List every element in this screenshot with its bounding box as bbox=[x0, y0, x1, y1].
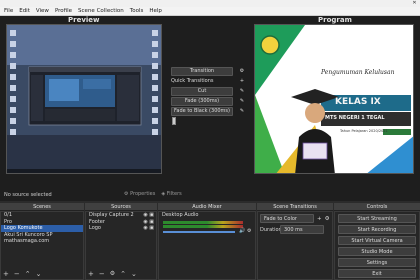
controls-header: Controls bbox=[334, 203, 420, 211]
edit-icon[interactable]: ✎ bbox=[237, 98, 247, 104]
sources-dock: Display Capture 2 ◉ ▣ Footer ◉ ▣ Logo ◉ … bbox=[85, 211, 157, 280]
menu-file[interactable]: File bbox=[4, 8, 13, 14]
transition-button[interactable]: Transition bbox=[171, 66, 233, 76]
program-canvas: Pengumuman Kelulusan KELAS IX MTS NEGERI… bbox=[254, 24, 414, 174]
move-up-icon[interactable]: ⌃ bbox=[25, 270, 31, 278]
start-streaming-button[interactable]: Start Streaming bbox=[338, 214, 416, 223]
controls-dock: Start Streaming Start Recording Start Vi… bbox=[334, 211, 420, 280]
volume-slider[interactable] bbox=[163, 231, 235, 233]
duration-input[interactable]: 300 ms bbox=[280, 225, 324, 234]
move-down-icon[interactable]: ⌄ bbox=[36, 270, 42, 278]
source-props-bar: ⚙ Properties ◈ Filters bbox=[124, 191, 182, 197]
quick-transition-fade[interactable]: Fade (300ms) bbox=[171, 96, 233, 106]
source-status: No source selected bbox=[4, 192, 52, 198]
audio-mixer-dock: Desktop Audio 🔊 ⚙ bbox=[158, 211, 256, 280]
quick-transitions-label: Quick Transitions bbox=[171, 78, 214, 84]
move-down-icon[interactable]: ⌄ bbox=[131, 270, 137, 278]
quick-transition-cut[interactable]: Cut bbox=[171, 86, 233, 96]
sources-toolbar: + − ⚙ ⌃ ⌄ bbox=[88, 270, 137, 278]
remove-icon[interactable]: − bbox=[14, 270, 20, 278]
filters-button[interactable]: ◈ Filters bbox=[161, 191, 181, 197]
menu-scene-collection[interactable]: Scene Collection bbox=[78, 8, 124, 14]
program-school: MTS NEGERI 1 TEGAL bbox=[325, 115, 385, 121]
transition-panel: Transition ⚙ Quick Transitions + Cut ✎ F… bbox=[171, 66, 249, 126]
scene-item[interactable]: mathasmaga.com bbox=[1, 238, 83, 245]
duration-label: Duration bbox=[260, 226, 282, 233]
properties-button[interactable]: ⚙ Properties bbox=[124, 191, 155, 197]
start-recording-button[interactable]: Start Recording bbox=[338, 225, 416, 234]
audio-level-meter bbox=[163, 221, 243, 224]
edit-icon[interactable]: ✎ bbox=[237, 108, 247, 114]
remove-icon[interactable]: − bbox=[99, 270, 105, 278]
scene-transitions-header: Scene Transitions bbox=[257, 203, 333, 211]
virtual-camera-button[interactable]: Start Virtual Camera bbox=[338, 236, 416, 245]
audio-mixer-header: Audio Mixer bbox=[158, 203, 256, 211]
edit-icon[interactable]: ✎ bbox=[237, 88, 247, 94]
close-icon[interactable]: ✕ bbox=[412, 1, 417, 6]
source-item[interactable]: Logo ◉ ▣ bbox=[86, 225, 156, 232]
preview-label: Preview bbox=[68, 16, 100, 24]
gear-icon[interactable]: ⚙ bbox=[237, 68, 247, 74]
program-class: KELAS IX bbox=[335, 97, 381, 107]
gear-icon[interactable]: ⚙ bbox=[247, 228, 251, 234]
exit-button[interactable]: Exit bbox=[338, 269, 416, 278]
add-icon[interactable]: + bbox=[317, 216, 322, 222]
speaker-icon[interactable]: 🔊 bbox=[239, 228, 245, 234]
program-label: Program bbox=[318, 16, 352, 24]
add-icon[interactable]: + bbox=[3, 270, 9, 278]
audio-channel-label: Desktop Audio bbox=[162, 212, 199, 218]
menu-edit[interactable]: Edit bbox=[19, 8, 30, 14]
school-logo-icon bbox=[260, 35, 280, 55]
transition-type-select[interactable]: Fade to Color bbox=[260, 214, 314, 223]
visibility-icon[interactable]: ◉ ▣ bbox=[143, 225, 154, 232]
tbar-handle[interactable] bbox=[172, 117, 176, 125]
audio-level-meter bbox=[163, 225, 243, 228]
menu-tools[interactable]: Tools bbox=[130, 8, 144, 14]
quick-transition-fade-black[interactable]: Fade to Black (300ms) bbox=[171, 106, 233, 116]
menu-view[interactable]: View bbox=[36, 8, 49, 14]
settings-button[interactable]: Settings bbox=[338, 258, 416, 267]
move-up-icon[interactable]: ⌃ bbox=[120, 270, 126, 278]
gear-icon[interactable]: ⚙ bbox=[110, 270, 115, 278]
scenes-dock: 0/1 Pro Logo Komukote Akui Sri Kuncoro S… bbox=[0, 211, 84, 280]
sources-header: Sources bbox=[85, 203, 157, 211]
desktop-capture-image bbox=[7, 25, 161, 173]
source-name: Logo bbox=[89, 225, 101, 231]
add-icon[interactable]: + bbox=[88, 270, 94, 278]
program-year: Tahun Pelajaran 2020/2021 bbox=[340, 129, 388, 133]
preview-canvas[interactable] bbox=[6, 24, 162, 174]
add-icon[interactable]: + bbox=[237, 78, 247, 84]
studio-mode-button[interactable]: Studio Mode bbox=[338, 247, 416, 256]
menu-help[interactable]: Help bbox=[149, 8, 162, 14]
program-headline: Pengumuman Kelulusan bbox=[321, 69, 395, 76]
menu-profile[interactable]: Profile bbox=[55, 8, 72, 14]
gear-icon[interactable]: ⚙ bbox=[325, 216, 330, 222]
scenes-toolbar: + − ⌃ ⌄ bbox=[3, 270, 42, 278]
tbar-slider[interactable] bbox=[171, 116, 249, 126]
menu-bar: File Edit View Profile Scene Collection … bbox=[0, 7, 420, 16]
scene-transitions-dock: Fade to Color + ⚙ Duration 300 ms bbox=[257, 211, 333, 280]
scenes-header: Scenes bbox=[0, 203, 84, 211]
